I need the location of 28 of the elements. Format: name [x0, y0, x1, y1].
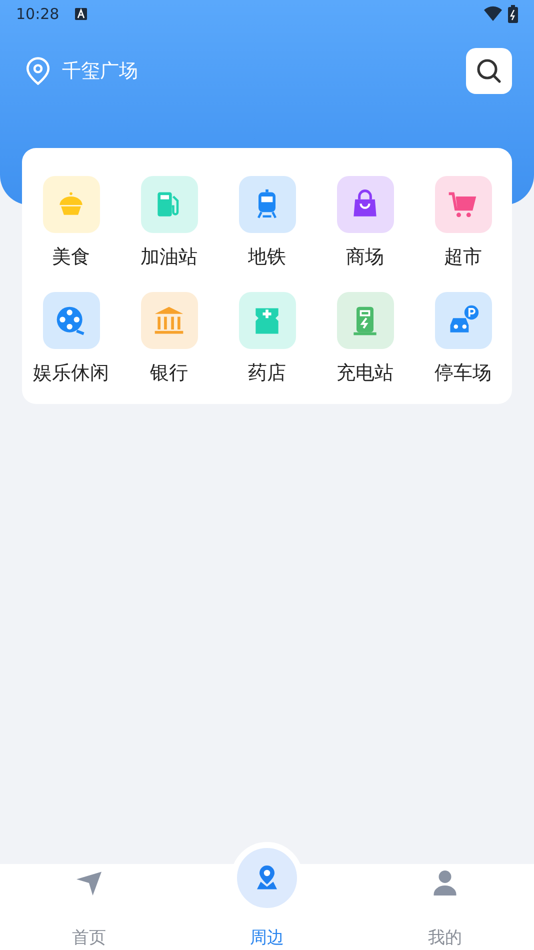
search-icon [475, 57, 503, 85]
category-label: 加油站 [140, 246, 198, 270]
category-label: 药店 [248, 362, 286, 386]
category-item[interactable]: 商场 [316, 176, 414, 270]
category-label: 停车场 [434, 362, 492, 386]
category-item[interactable]: 美食 [22, 176, 120, 270]
category-item[interactable]: 地铁 [218, 176, 316, 270]
battery-icon [508, 5, 518, 23]
category-item[interactable]: 药店 [218, 292, 316, 386]
category-label: 银行 [150, 362, 188, 386]
category-label: 娱乐休闲 [33, 362, 109, 386]
category-label: 商场 [346, 246, 384, 270]
status-time: 10:28 [16, 5, 60, 23]
category-item[interactable]: 娱乐休闲 [22, 292, 120, 386]
category-label: 美食 [52, 246, 90, 270]
category-item[interactable]: 停车场 [414, 292, 512, 386]
wifi-icon [484, 6, 502, 22]
category-item[interactable]: 加油站 [120, 176, 218, 270]
category-label: 地铁 [248, 246, 286, 270]
category-item[interactable]: 充电站 [316, 292, 414, 386]
search-button[interactable] [466, 48, 512, 94]
category-label: 超市 [444, 246, 482, 270]
category-label: 充电站 [336, 362, 394, 386]
notification-icon [75, 8, 88, 20]
category-item[interactable]: 银行 [120, 292, 218, 386]
nav-tab[interactable]: 周边 [178, 842, 356, 950]
location-pin-icon [24, 56, 52, 86]
category-item[interactable]: 超市 [414, 176, 512, 270]
